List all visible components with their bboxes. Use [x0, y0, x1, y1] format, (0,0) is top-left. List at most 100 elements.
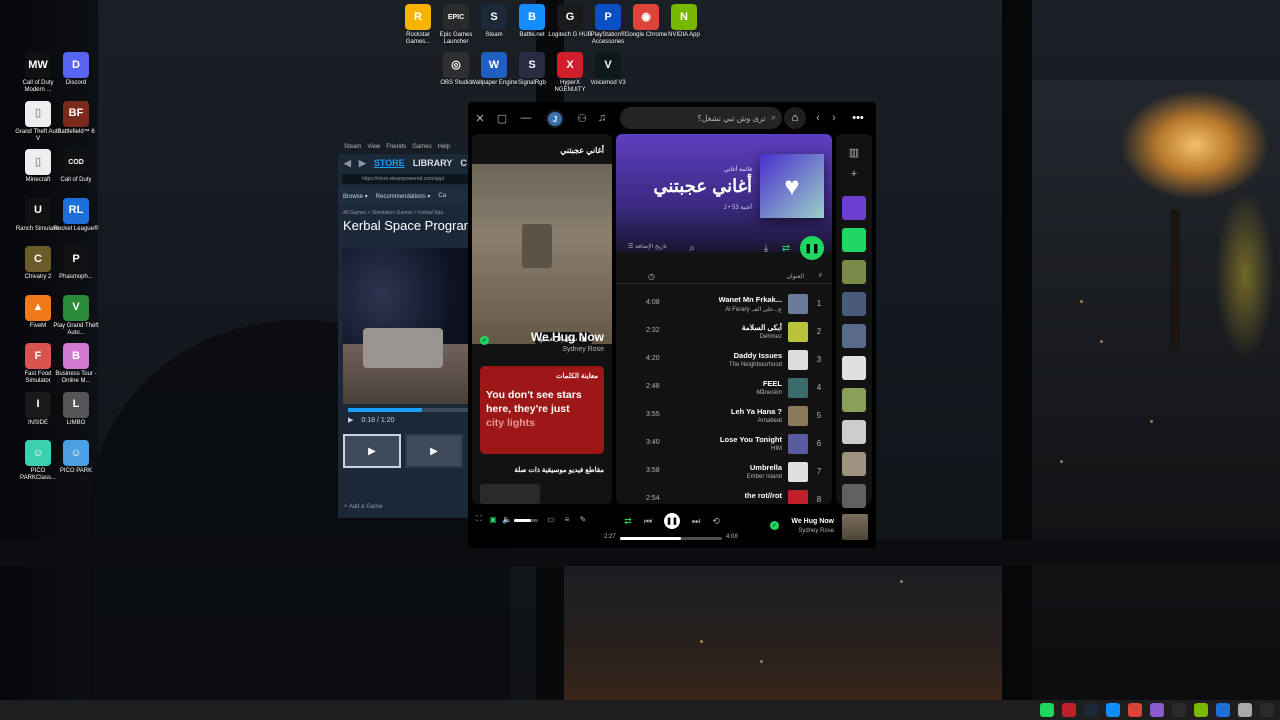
track-artist[interactable]: Al Ferary ,ع...على الفـ — [725, 306, 782, 313]
track-artist[interactable]: Ember Island — [747, 474, 782, 480]
volume-slider[interactable] — [514, 519, 538, 522]
back-arrow-icon[interactable]: ‹ — [810, 110, 826, 126]
table-row[interactable]: 3 Daddy Issues The Neighbourhood 4:20 — [616, 346, 832, 374]
shuffle-icon[interactable]: ⇄ — [622, 515, 634, 527]
track-artist[interactable]: The Neighbourhood — [729, 362, 782, 368]
game-trailer-video[interactable] — [343, 248, 472, 404]
steam-window[interactable]: Steam View Friends Games Help ◀ ▶ STORE … — [338, 140, 472, 518]
video-progress-bar[interactable] — [348, 408, 472, 412]
home-button[interactable]: ⌂ — [784, 107, 806, 129]
library-item[interactable] — [842, 452, 866, 476]
steam-categories-menu[interactable]: Ca — [438, 193, 446, 199]
search-icon[interactable]: ⌕ — [686, 242, 698, 254]
steam-recommendations-menu[interactable]: Recommendations ▾ — [376, 193, 431, 200]
desktop-shortcut[interactable]: D Discord — [52, 52, 100, 87]
table-row[interactable]: 6 Lose You Tonight HIM 3:40 — [616, 430, 832, 458]
desktop-shortcut[interactable]: V Voicemod V3 — [584, 52, 632, 87]
steam-tab-store[interactable]: STORE — [374, 158, 405, 168]
table-row[interactable]: 5 Leh Ya Hana ? Arnabeat 3:55 — [616, 402, 832, 430]
liked-check-icon[interactable]: ✓ — [770, 521, 779, 530]
track-artist[interactable]: HIM — [771, 446, 782, 452]
library-item[interactable] — [842, 388, 866, 412]
playlist-cover[interactable]: ♥ — [760, 154, 824, 218]
play-icon[interactable]: ▶ — [348, 416, 353, 424]
library-icon[interactable]: ▥ — [846, 144, 862, 160]
track-title[interactable]: the rot//rot — [745, 491, 783, 500]
current-track-art[interactable] — [842, 514, 868, 540]
desktop-shortcut[interactable]: RL Rocket League® — [52, 197, 100, 233]
track-title[interactable]: Daddy Issues — [734, 351, 782, 360]
library-item[interactable] — [842, 228, 866, 252]
library-item[interactable] — [842, 292, 866, 316]
pause-button[interactable]: ❚❚ — [664, 513, 680, 529]
track-title[interactable]: FEEL — [763, 379, 782, 388]
now-playing-artist[interactable]: Sydney Rose — [562, 346, 604, 353]
steam-browse-menu[interactable]: Browse ▾ — [343, 193, 368, 200]
desktop-shortcut[interactable]: B Business Tour - Online M... — [52, 343, 100, 385]
media-thumbnail[interactable]: ▶ — [405, 434, 463, 468]
fullscreen-icon[interactable]: ⛶ — [474, 514, 484, 524]
tray-app-icon[interactable] — [1106, 703, 1120, 717]
tray-app-icon[interactable] — [1260, 703, 1274, 717]
restore-icon[interactable]: ▢ — [494, 110, 510, 126]
search-input[interactable]: ترى وش تبي تشغل؟ ⌕ — [620, 107, 782, 129]
steam-menu-help[interactable]: Help — [438, 144, 450, 150]
next-icon[interactable]: ⏭ — [690, 515, 702, 527]
track-title[interactable]: Lose You Tonight — [720, 435, 782, 444]
track-artist[interactable]: Måneskin — [756, 390, 782, 396]
breadcrumb[interactable]: All Games > Simulation Games > Kerbal Sp… — [338, 204, 472, 216]
queue-icon[interactable]: ≡ — [562, 514, 572, 524]
forward-arrow-icon[interactable]: › — [826, 110, 842, 126]
tray-app-icon[interactable] — [1216, 703, 1230, 717]
desktop-shortcut[interactable]: COD Call of Duty — [52, 149, 100, 184]
minimize-icon[interactable]: — — [518, 110, 534, 126]
table-row[interactable]: 7 Umbrella Ember Island 3:58 — [616, 458, 832, 486]
repeat-icon[interactable]: ⟲ — [710, 515, 722, 527]
tray-app-icon[interactable] — [1040, 703, 1054, 717]
steam-menu-friends[interactable]: Friends — [386, 144, 406, 150]
now-playing-song-title[interactable]: We Hug Now — [531, 330, 604, 344]
table-row[interactable]: 4 FEEL Måneskin 2:48 — [616, 374, 832, 402]
playback-progress-bar[interactable] — [620, 537, 722, 540]
playlist-name[interactable]: أغاني عجبتني — [653, 176, 752, 197]
table-row[interactable]: 1 Wanet Mn Frkak... Al Ferary ,ع...على ا… — [616, 290, 832, 318]
desktop-shortcut[interactable]: ☺ PICO PARK — [52, 440, 100, 475]
steam-url-bar[interactable]: https://store.steampowered.com/app/ — [342, 174, 468, 184]
steam-menu-steam[interactable]: Steam — [344, 144, 361, 150]
steam-menu-view[interactable]: View — [367, 144, 380, 150]
now-playing-view-icon[interactable]: ▣ — [488, 514, 498, 524]
lyrics-icon[interactable]: ✎ — [578, 514, 588, 524]
more-options-icon[interactable]: ••• — [850, 110, 866, 126]
spotify-window[interactable]: ✕ ▢ — J ⚇ ♫ ▤ ترى وش تبي تشغل؟ ⌕ ⌂ ‹ › •… — [468, 102, 876, 548]
library-item[interactable] — [842, 484, 866, 508]
close-icon[interactable]: ✕ — [472, 110, 488, 126]
track-title[interactable]: Wanet Mn Frkak... — [719, 295, 782, 304]
library-item[interactable] — [842, 356, 866, 380]
desktop-shortcut[interactable]: V Play Grand Theft Auto... — [52, 294, 100, 337]
track-title[interactable]: Umbrella — [750, 463, 782, 472]
lyrics-preview-card[interactable]: معاينة الكلمات You don't see stars here,… — [480, 366, 604, 454]
table-row[interactable]: 8 the rot//rot 2:54 — [616, 486, 832, 504]
current-track-artist[interactable]: Sydney Rose — [798, 528, 834, 534]
track-title[interactable]: أبكى السلامة — [742, 323, 782, 332]
desktop-shortcut[interactable]: BF Battlefield™ 6 — [52, 100, 100, 136]
related-video-thumbnail[interactable] — [480, 484, 540, 504]
track-title[interactable]: Leh Ya Hana ? — [731, 407, 782, 416]
liked-check-icon[interactable]: ✓ — [480, 336, 489, 345]
tray-app-icon[interactable] — [1128, 703, 1142, 717]
desktop-shortcut[interactable]: N NVIDIA App — [660, 4, 708, 39]
now-playing-context-title[interactable]: أغاني عجبتني — [560, 146, 604, 155]
avatar[interactable]: J — [546, 110, 564, 128]
steam-tab-community[interactable]: C — [460, 158, 467, 168]
add-icon[interactable]: + — [846, 166, 862, 182]
shuffle-icon[interactable]: ⇄ — [780, 242, 792, 254]
desktop-shortcut[interactable]: P Phasmoph... — [52, 246, 100, 281]
volume-icon[interactable]: 🔈 — [502, 514, 512, 524]
library-item[interactable] — [842, 260, 866, 284]
library-item[interactable] — [842, 324, 866, 348]
steam-menu-games[interactable]: Games — [412, 144, 431, 150]
steam-tab-library[interactable]: LIBRARY — [413, 158, 453, 168]
library-item[interactable] — [842, 420, 866, 444]
tray-app-icon[interactable] — [1172, 703, 1186, 717]
connect-device-icon[interactable]: ▭ — [546, 514, 556, 524]
